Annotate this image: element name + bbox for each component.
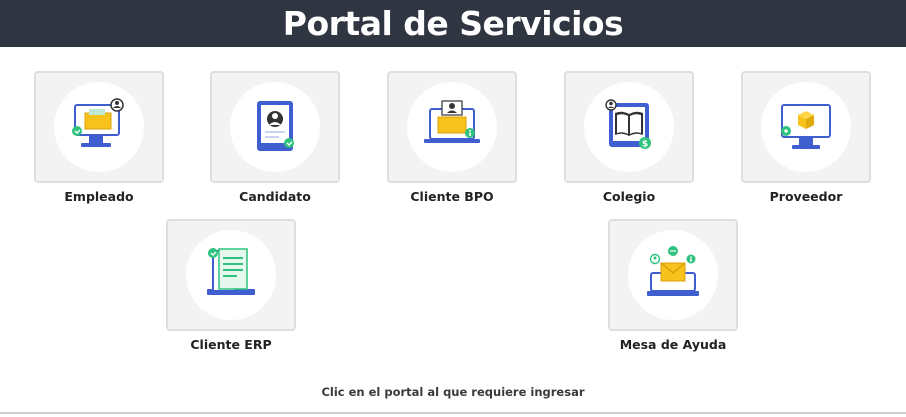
icon-circle: $ [584,82,674,172]
portal-tile[interactable] [387,71,517,183]
portal-label[interactable]: Mesa de Ayuda [608,337,738,352]
portal-label[interactable]: Cliente ERP [166,337,296,352]
portal-tile[interactable] [166,219,296,331]
portal-label[interactable]: Proveedor [741,189,871,204]
portal-tile[interactable] [741,71,871,183]
portal-tile[interactable]: $ [564,71,694,183]
page-header: Portal de Servicios [0,0,906,47]
icon-circle [230,82,320,172]
icon-circle [186,230,276,320]
svg-text:$: $ [642,140,648,150]
supplier-box-monitor-icon [781,104,831,149]
portal-tile[interactable] [608,219,738,331]
portal-label[interactable]: Colegio [564,189,694,204]
portal-label[interactable]: Cliente BPO [387,189,517,204]
bottom-divider [0,412,906,414]
portal-card-empleado[interactable]: Empleado [34,71,164,204]
portal-tile[interactable] [34,71,164,183]
icon-circle [54,82,144,172]
portal-card-colegio[interactable]: $ Colegio [564,71,694,204]
footer-hint: Clic en el portal al que requiere ingres… [321,385,585,399]
portal-card-cliente-bpo[interactable]: Cliente BPO [387,71,517,204]
portal-card-proveedor[interactable]: Proveedor [741,71,871,204]
portal-tile[interactable] [210,71,340,183]
icon-circle [761,82,851,172]
portal-label[interactable]: Candidato [210,189,340,204]
help-desk-mail-icon [647,246,699,296]
page-title: Portal de Servicios [282,4,624,43]
client-bpo-laptop-icon [424,100,480,143]
employee-monitor-icon [72,98,124,147]
school-book-tablet-icon: $ [605,99,651,150]
candidate-tablet-icon [257,101,294,151]
icon-circle [628,230,718,320]
portal-card-candidato[interactable]: Candidato [210,71,340,204]
portal-card-mesa-de-ayuda[interactable]: Mesa de Ayuda [608,219,738,352]
client-erp-document-icon [207,248,255,295]
icon-circle [407,82,497,172]
portal-label[interactable]: Empleado [34,189,164,204]
portal-card-cliente-erp[interactable]: Cliente ERP [166,219,296,352]
